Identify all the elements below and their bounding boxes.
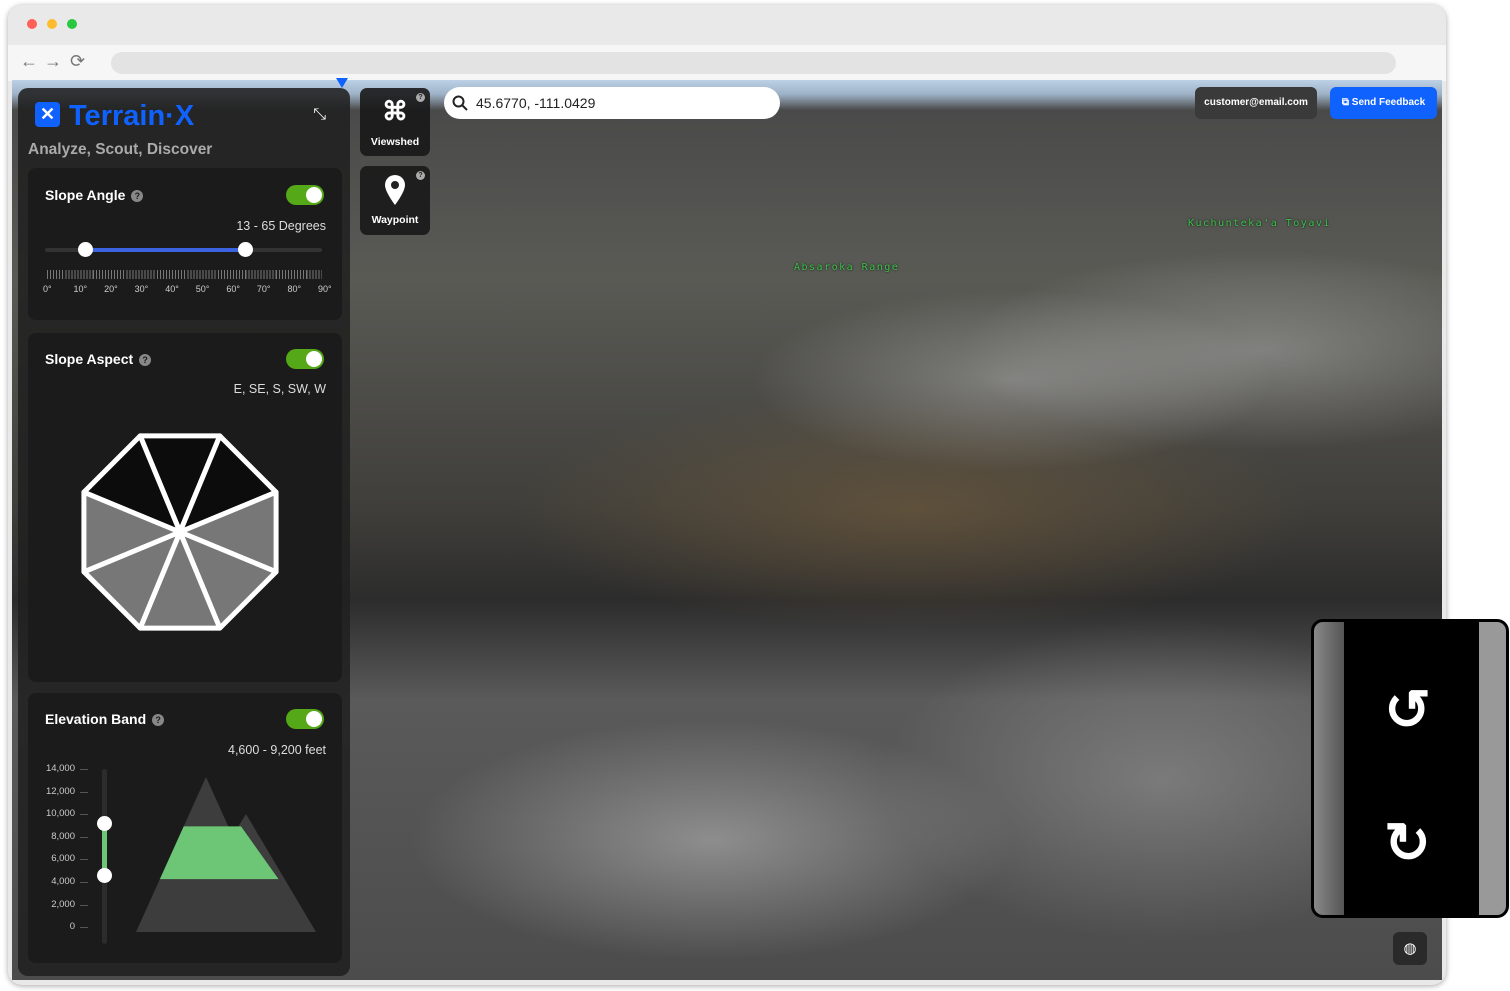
slider-min-handle[interactable] — [78, 242, 93, 257]
rotate-left-icon[interactable]: ↺ — [1384, 677, 1431, 743]
slider-ticks — [47, 270, 322, 279]
tick-mark — [80, 792, 88, 793]
card-title: Slope Aspect? — [45, 351, 151, 367]
search-input[interactable]: 45.6770, -111.0429 — [476, 95, 595, 111]
aspect-wheel[interactable] — [68, 420, 292, 644]
slider-tick-labels: 0°10°20°30°40°50°60°70°80°90° — [47, 284, 322, 296]
tick-label: 20° — [104, 284, 118, 294]
slider-max-handle[interactable] — [238, 242, 253, 257]
tick-label: 10,000 — [0, 808, 75, 819]
tick-label: 50° — [196, 284, 210, 294]
help-icon[interactable]: ? — [416, 93, 425, 102]
external-link-icon: ⧉ — [1342, 97, 1352, 108]
reload-icon[interactable]: ⟳ — [70, 51, 85, 72]
tick-mark — [80, 882, 88, 883]
help-icon[interactable]: ? — [416, 171, 425, 180]
rotate-right-icon[interactable]: ↻ — [1384, 810, 1431, 876]
help-icon[interactable]: ? — [152, 714, 164, 726]
account-email[interactable]: customer@email.com — [1195, 87, 1317, 119]
tick-mark — [80, 927, 88, 928]
tick-label: 90° — [318, 284, 332, 294]
globe-button[interactable]: ◍ — [1393, 932, 1427, 965]
slope-angle-card: Slope Angle? 13 - 65 Degrees 0° 10° 20° 30°… — [28, 168, 342, 320]
elevation-value: 4,600 - 9,200 feet — [228, 743, 326, 757]
card-title: Slope Angle? — [45, 187, 143, 203]
minimize-window-button[interactable] — [47, 19, 57, 29]
viewshed-label: Viewshed — [360, 136, 430, 148]
slider-max-handle[interactable] — [97, 816, 112, 831]
tick-label: 60° — [226, 284, 240, 294]
rotate-controls-zoom: ↺ ↻ — [1311, 619, 1509, 918]
elevation-band-card: Elevation Band? 4,600 - 9,200 feet 14,00… — [28, 693, 342, 963]
tick-mark — [80, 769, 88, 770]
slope-aspect-card: Slope Aspect? E, SE, S, SW, W — [28, 333, 342, 682]
back-icon[interactable]: ← — [20, 51, 38, 72]
waypoint-button[interactable]: ? Waypoint — [360, 166, 430, 235]
tick-mark — [80, 837, 88, 838]
collapse-icon[interactable]: ⤡ — [313, 106, 326, 124]
viewshed-button[interactable]: ? ⌘ Viewshed — [360, 88, 430, 156]
map-label: Kuchunteka'a Toyavi — [1188, 218, 1331, 229]
control-panel: ✕ Terrain·X ⤡ Analyze, Scout, Discover S… — [18, 88, 350, 976]
tick-label: 8,000 — [0, 831, 75, 842]
elevation-slider[interactable] — [102, 769, 107, 944]
mountain-graphic — [132, 777, 322, 937]
search-icon — [452, 95, 468, 111]
tick-label: 10° — [74, 284, 88, 294]
tick-label: 30° — [135, 284, 149, 294]
help-icon[interactable]: ? — [131, 190, 143, 202]
globe-icon: ◍ — [1403, 940, 1416, 957]
help-icon[interactable]: ? — [139, 354, 151, 366]
slope-aspect-value: E, SE, S, SW, W — [234, 382, 326, 396]
waypoint-label: Waypoint — [360, 214, 430, 226]
url-bar[interactable] — [111, 52, 1396, 74]
card-title: Elevation Band? — [45, 711, 164, 727]
app-title: Terrain·X — [69, 100, 194, 133]
map-label: Absaroka Range — [794, 262, 899, 273]
app-subtitle: Analyze, Scout, Discover — [28, 141, 212, 159]
logo-icon: ✕ — [35, 102, 60, 127]
tick-label: 4,000 — [0, 876, 75, 887]
slider-fill — [85, 248, 245, 252]
tick-label: 14,000 — [0, 763, 75, 774]
slope-angle-slider[interactable] — [45, 248, 322, 252]
tick-label: 0 — [0, 921, 75, 932]
maximize-window-button[interactable] — [67, 19, 77, 29]
feedback-label: Send Feedback — [1352, 97, 1425, 108]
elevation-toggle[interactable] — [286, 709, 324, 729]
slider-min-handle[interactable] — [97, 868, 112, 883]
tick-label: 2,000 — [0, 899, 75, 910]
slope-aspect-toggle[interactable] — [286, 349, 324, 369]
tick-mark — [80, 814, 88, 815]
coordinate-search[interactable]: 45.6770, -111.0429 — [444, 87, 780, 119]
tick-label: 6,000 — [0, 853, 75, 864]
tick-label: 12,000 — [0, 786, 75, 797]
slope-angle-value: 13 - 65 Degrees — [236, 219, 326, 233]
slope-angle-toggle[interactable] — [286, 185, 324, 205]
browser-nav: ← → ⟳ — [8, 45, 1446, 81]
tick-label: 80° — [287, 284, 301, 294]
forward-icon[interactable]: → — [44, 51, 62, 72]
send-feedback-button[interactable]: ⧉ Send Feedback — [1330, 87, 1437, 119]
tick-label: 70° — [257, 284, 271, 294]
tick-label: 40° — [165, 284, 179, 294]
tick-label: 0° — [43, 284, 52, 294]
tick-mark — [80, 859, 88, 860]
close-window-button[interactable] — [27, 19, 37, 29]
tick-mark — [80, 905, 88, 906]
map-pin-icon — [384, 174, 406, 206]
